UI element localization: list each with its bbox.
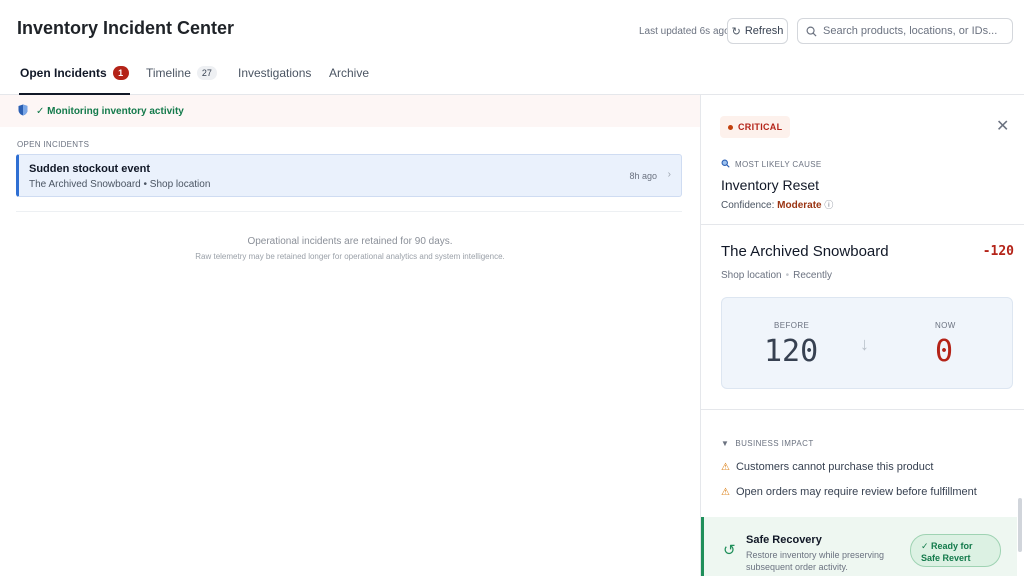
magnifier-icon	[721, 159, 730, 170]
tab-label: Timeline	[146, 66, 191, 80]
incident-detail-panel: CRITICAL ✕ MOST LIKELY CAUSE Inventory R…	[700, 95, 1024, 576]
search-box[interactable]	[797, 18, 1013, 44]
refresh-button[interactable]: ↻ Refresh	[727, 18, 788, 44]
business-impact-toggle[interactable]: ▼ BUSINESS IMPACT	[721, 439, 814, 448]
confidence-row: Confidence: Moderate ⓘ	[721, 198, 833, 211]
impact-text: Open orders may require review before fu…	[735, 486, 977, 498]
before-value: 120	[764, 334, 819, 369]
business-impact-label: BUSINESS IMPACT	[735, 439, 814, 448]
incident-subtitle: The Archived Snowboard • Shop location	[29, 179, 211, 190]
restore-icon: ↺	[723, 542, 736, 559]
warning-icon: ⚠	[721, 461, 730, 473]
refresh-label: Refresh	[744, 25, 784, 37]
cause-label-text: MOST LIKELY CAUSE	[735, 160, 822, 169]
tab-label: Open Incidents	[20, 66, 107, 80]
list-divider	[16, 211, 682, 212]
page-title: Inventory Incident Center	[17, 18, 235, 38]
close-icon[interactable]: ✕	[996, 119, 1009, 135]
open-incidents-section-label: OPEN INCIDENTS	[17, 140, 90, 149]
header: Inventory Incident Center Last updated 6…	[0, 0, 1024, 60]
change-time: Recently	[793, 270, 833, 281]
divider	[701, 224, 1024, 225]
tab-label: Investigations	[238, 66, 312, 80]
chevron-right-icon: ›	[667, 169, 671, 180]
severity-label: CRITICAL	[738, 122, 783, 132]
search-input[interactable]	[823, 25, 1003, 37]
open-incidents-count-badge: 1	[112, 66, 129, 80]
incident-title: Sudden stockout event	[29, 163, 151, 175]
tab-investigations[interactable]: Investigations	[238, 66, 311, 95]
before-label: BEFORE	[774, 321, 810, 330]
impact-item: ⚠ Customers cannot purchase this product	[721, 461, 933, 473]
recovery-title: Safe Recovery	[746, 534, 822, 546]
last-updated-text: Last updated 6s ago	[639, 26, 730, 37]
timeline-count-badge: 27	[196, 66, 217, 80]
recovery-description: Restore inventory while preserving subse…	[746, 550, 885, 572]
search-icon	[806, 26, 817, 37]
monitoring-status-text: ✓ Monitoring inventory activity	[36, 105, 184, 117]
tab-label: Archive	[329, 66, 370, 80]
detail-scrollbar[interactable]	[1018, 498, 1022, 552]
tab-timeline[interactable]: Timeline 27	[146, 66, 217, 95]
incident-time: 8h ago	[629, 171, 657, 181]
safe-revert-button[interactable]: ✓ Ready for Safe Revert	[910, 534, 1001, 567]
product-meta: Shop location • Recently	[721, 270, 832, 281]
confidence-level: Moderate	[777, 200, 822, 211]
tab-archive[interactable]: Archive	[329, 66, 369, 95]
retention-notice: Operational incidents are retained for 9…	[247, 236, 453, 247]
cause-title: Inventory Reset	[721, 177, 820, 193]
severity-dot-icon	[728, 124, 733, 130]
tab-open-incidents[interactable]: Open Incidents 1	[19, 66, 130, 95]
info-icon[interactable]: ⓘ	[824, 200, 833, 210]
arrow-down-icon: ↓	[860, 334, 869, 354]
divider	[701, 409, 1024, 410]
now-value: 0	[935, 334, 954, 369]
impact-text: Customers cannot purchase this product	[735, 461, 934, 473]
confidence-label: Confidence:	[721, 200, 775, 211]
telemetry-notice: Raw telemetry may be retained longer for…	[195, 252, 505, 261]
separator-dot: •	[785, 270, 790, 281]
warning-icon: ⚠	[721, 486, 730, 498]
inventory-change-box: BEFORE 120 ↓ NOW 0	[721, 297, 1013, 389]
impact-item: ⚠ Open orders may require review before …	[721, 486, 977, 498]
shield-icon	[18, 104, 28, 119]
monitoring-banner: ✓ Monitoring inventory activity	[0, 95, 700, 127]
incident-list-pane: ✓ Monitoring inventory activity OPEN INC…	[0, 95, 700, 576]
caret-down-icon: ▼	[721, 439, 730, 448]
refresh-icon: ↻	[731, 25, 741, 38]
cause-label: MOST LIKELY CAUSE	[721, 159, 821, 170]
incident-list-item[interactable]: Sudden stockout event The Archived Snowb…	[16, 154, 682, 197]
product-name: The Archived Snowboard	[721, 243, 889, 260]
severity-badge: CRITICAL	[720, 116, 791, 138]
safe-recovery-card: ↺ Safe Recovery Restore inventory while …	[701, 517, 1017, 576]
inventory-delta: -120	[982, 244, 1014, 259]
app-window: Inventory Incident Center Last updated 6…	[0, 0, 1024, 576]
product-location: Shop location	[721, 270, 782, 281]
tab-bar: Open Incidents 1 Timeline 27 Investigati…	[0, 60, 1024, 95]
now-label: NOW	[935, 321, 956, 330]
